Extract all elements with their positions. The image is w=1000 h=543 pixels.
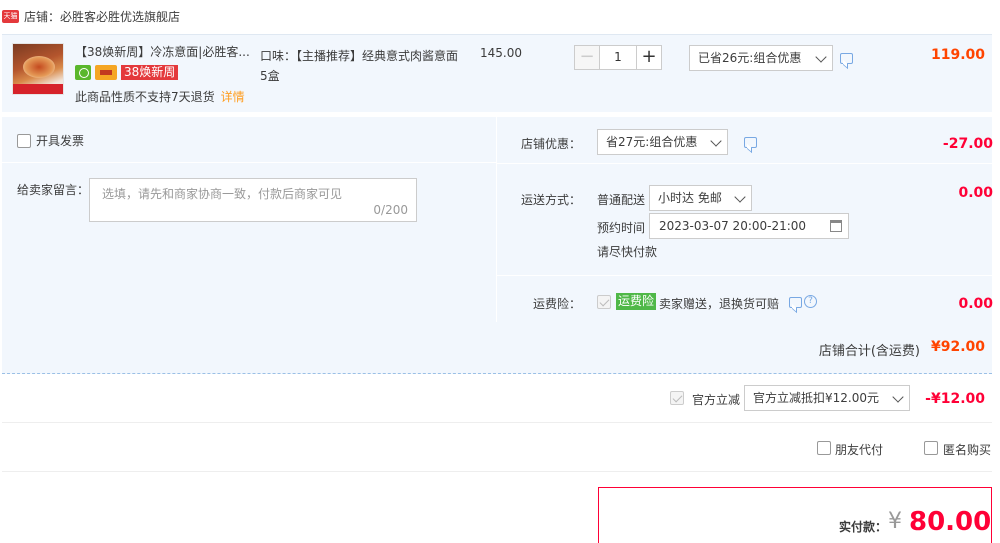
- payment-total: 80.00: [909, 507, 992, 537]
- schedule-picker[interactable]: 2023-03-07 20:00-21:00: [649, 213, 849, 239]
- official-discount-checkbox: [670, 391, 684, 405]
- subtotal-value: ¥92.00: [930, 339, 985, 355]
- official-discount-amount: -¥12.00: [925, 391, 985, 407]
- seller-note-placeholder: 选填，请先和商家协商一致，付款后商家可见: [102, 187, 343, 201]
- seller-note-textarea[interactable]: 选填，请先和商家协商一致，付款后商家可见 0/200: [89, 178, 417, 222]
- official-discount-value: 官方立减抵扣¥12.00元: [753, 391, 879, 405]
- product-title[interactable]: 【38焕新周】冷冻意面|必胜客...: [75, 43, 255, 60]
- divider: [497, 275, 992, 276]
- official-discount-row: 官方立减 官方立减抵扣¥12.00元 -¥12.00: [2, 375, 992, 423]
- shipping-label: 运送方式：: [521, 193, 582, 207]
- shop-discount-label: 店铺优惠：: [521, 137, 582, 151]
- invoice-option[interactable]: 开具发票: [17, 132, 84, 149]
- shop-discount-select[interactable]: 省27元:组合优惠: [597, 129, 728, 155]
- chevron-down-icon: [815, 51, 827, 63]
- calendar-icon: [830, 220, 842, 232]
- subtotal-label: 店铺合计(含运费): [818, 344, 920, 359]
- insurance-tag: 运费险: [616, 293, 657, 310]
- insurance-label: 运费险：: [533, 297, 582, 311]
- invoice-label: 开具发票: [36, 134, 85, 148]
- official-discount-label: 官方立减: [692, 393, 741, 407]
- tmall-logo-icon: 天猫: [2, 9, 19, 23]
- invoice-checkbox[interactable]: [17, 133, 31, 148]
- chevron-down-icon: [734, 191, 746, 203]
- quantity-input[interactable]: 1: [600, 45, 636, 70]
- card-badge-icon: [95, 65, 117, 80]
- help-icon[interactable]: ?: [804, 295, 817, 308]
- return-policy-text: 此商品性质不支持7天退货: [75, 90, 215, 104]
- chevron-down-icon: [892, 391, 904, 403]
- product-badges: 38焕新周: [75, 65, 179, 80]
- currency-symbol: ¥: [888, 509, 902, 534]
- anonymous-checkbox[interactable]: [924, 441, 938, 455]
- detail-link[interactable]: 详情: [221, 90, 245, 104]
- friend-pay-label: 朋友代付: [835, 443, 884, 457]
- anonymous-label: 匿名购买: [943, 443, 992, 457]
- shop-name[interactable]: 店铺：必胜客必胜优选旗舰店: [24, 8, 180, 25]
- payment-options-row: 朋友代付 匿名购买: [2, 424, 992, 472]
- schedule-note: 请尽快付款: [597, 245, 658, 259]
- shipping-select[interactable]: 小时达 免邮: [649, 185, 752, 211]
- divider: [497, 163, 992, 164]
- payment-label: 实付款：: [839, 520, 888, 534]
- shipping-select-value: 小时达 免邮: [658, 191, 722, 205]
- official-discount-select[interactable]: 官方立减抵扣¥12.00元: [744, 385, 910, 411]
- pasta-bowl-image: [23, 56, 55, 78]
- message-icon[interactable]: [789, 297, 802, 308]
- insurance-text: 卖家赠送，退换货可赔: [659, 297, 780, 311]
- quantity-stepper: − 1 +: [574, 45, 662, 70]
- quantity-minus-button[interactable]: −: [574, 45, 600, 70]
- item-row: 【38焕新周】冷冻意面|必胜客... 38焕新周 此商品性质不支持7天退货 详情 …: [2, 34, 992, 112]
- chevron-down-icon: [710, 135, 722, 147]
- message-icon[interactable]: [744, 137, 757, 148]
- shop-discount-value: 省27元:组合优惠: [606, 135, 698, 149]
- divider: [2, 162, 496, 163]
- insurance-amount: 0.00: [958, 296, 993, 312]
- item-discount-select[interactable]: 已省26元:组合优惠: [689, 45, 833, 71]
- schedule-value: 2023-03-07 20:00-21:00: [659, 219, 807, 233]
- insurance-checkbox: [597, 295, 611, 309]
- promo-tag: 38焕新周: [121, 65, 179, 80]
- payment-summary: 实付款： ¥ 80.00: [598, 487, 992, 543]
- seller-note-counter: 0/200: [373, 203, 408, 217]
- seller-note-label: 给卖家留言：: [17, 183, 90, 197]
- unit-price: 145.00: [480, 46, 522, 60]
- message-icon[interactable]: [840, 53, 853, 64]
- shipping-amount: 0.00: [958, 185, 993, 201]
- item-discount-value: 已省26元:组合优惠: [698, 51, 802, 65]
- shop-discount-amount: -27.00: [942, 136, 993, 152]
- item-total: 119.00: [930, 47, 985, 63]
- friend-pay-checkbox[interactable]: [817, 441, 831, 455]
- service-badge-icon: [75, 65, 91, 80]
- quantity-plus-button[interactable]: +: [636, 45, 662, 70]
- return-policy-note: 此商品性质不支持7天退货 详情: [75, 88, 245, 105]
- product-thumbnail[interactable]: [12, 43, 64, 95]
- shipping-type: 普通配送: [597, 193, 646, 207]
- shop-header: 天猫 店铺：必胜客必胜优选旗舰店: [0, 0, 1000, 32]
- thumbnail-banner: [13, 84, 63, 94]
- schedule-label: 预约时间: [597, 221, 646, 235]
- product-flavor: 口味：【主播推荐】经典意式肉酱意面5盒: [260, 49, 459, 83]
- shop-subtotal-row: 店铺合计(含运费) ¥92.00: [2, 322, 992, 374]
